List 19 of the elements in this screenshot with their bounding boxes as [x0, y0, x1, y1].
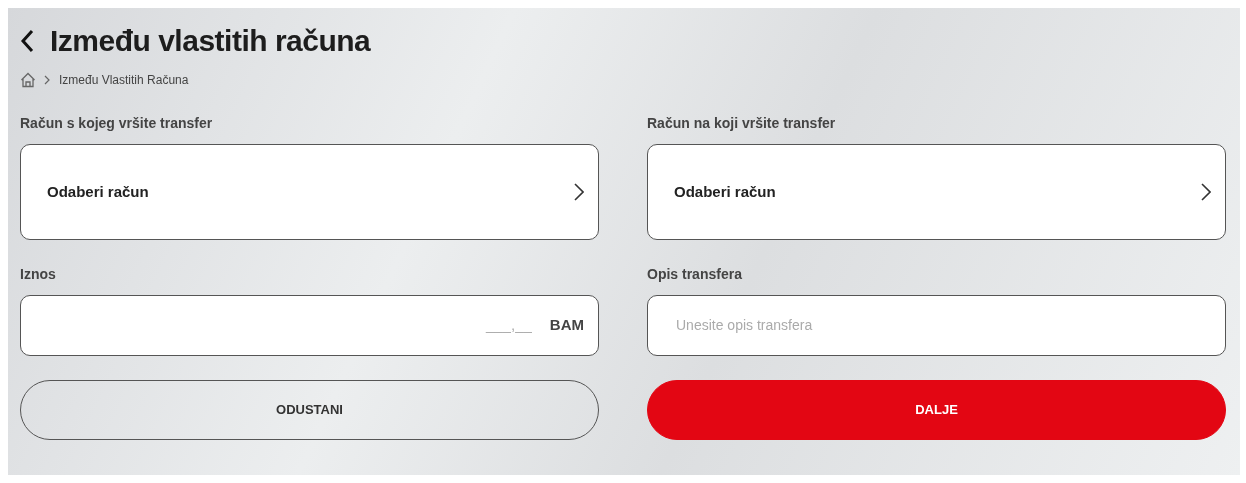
account-select[interactable]: Odaberi račun	[20, 144, 599, 240]
field-label: Opis transfera	[647, 265, 743, 284]
page-title: Između vlastitih računa	[50, 23, 371, 59]
back-icon[interactable]	[20, 28, 34, 53]
description-field[interactable]: Unesite opis transfera	[647, 295, 1226, 356]
field-label: Iznos	[20, 265, 57, 284]
chevron-icon	[44, 75, 51, 85]
currency-label: BAM	[549, 315, 584, 336]
field-label: Račun s kojeg vršite transfer	[20, 114, 214, 133]
field-label: Račun na koji vršite transfer	[647, 114, 837, 133]
account-select[interactable]: Odaberi račun	[647, 144, 1226, 240]
breadcrumb-item[interactable]: Između Vlastitih Računa	[59, 71, 189, 89]
next-button[interactable]: DALJE	[647, 380, 1226, 440]
chevron-icon	[1201, 183, 1211, 201]
description-input[interactable]: Unesite opis transfera	[674, 314, 1211, 337]
chevron-icon	[574, 183, 584, 201]
amount-input[interactable]: ___,__	[47, 313, 534, 338]
home-icon[interactable]	[20, 72, 36, 88]
amount-field[interactable]: ___,__ BAM	[20, 295, 599, 356]
